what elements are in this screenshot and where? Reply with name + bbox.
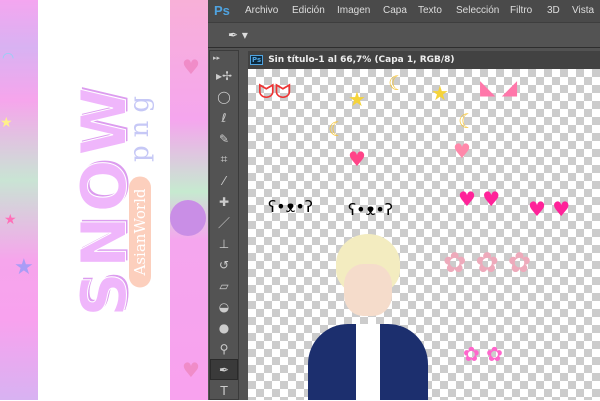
ps-document-icon: Ps: [250, 55, 264, 65]
right-decorative-strip: ♥ ♥: [170, 0, 208, 400]
menu-3d[interactable]: 3D: [547, 5, 560, 16]
brush-tool-icon[interactable]: ／: [210, 212, 238, 233]
pen-tool-icon[interactable]: ✒: [210, 359, 238, 380]
tools-panel: ▸▸ ▸✢ ◯ ℓ ✎ ⌗ ⁄ ✚ ／ ⊥ ↺ ▱ ◒ ● ⚲ ✒ T: [209, 50, 239, 400]
menu-vista[interactable]: Vista: [572, 5, 594, 16]
menu-edicion[interactable]: Edición: [292, 5, 325, 16]
star-icon: ★: [14, 255, 34, 280]
person-photo: [308, 234, 428, 400]
planet-icon: [170, 200, 206, 236]
moon-sticker: ☾: [328, 117, 346, 141]
healing-tool-icon[interactable]: ✚: [210, 191, 238, 212]
photoshop-logo: Ps: [214, 3, 230, 18]
heart-icon: ♥: [182, 55, 200, 79]
moon-sticker: ☾: [458, 109, 476, 133]
pen-tool-preset-icon[interactable]: ✒ ▾: [228, 28, 248, 42]
bear-sticker: ʕ•ᴥ•ʔ: [348, 200, 393, 219]
document-tab[interactable]: Ps Sin título-1 al 66,7% (Capa 1, RGB/8): [248, 51, 600, 69]
photoshop-window: Ps Archivo Edición Imagen Capa Texto Sel…: [208, 0, 600, 400]
history-brush-tool-icon[interactable]: ↺: [210, 254, 238, 275]
rainbow-icon: ◠: [2, 50, 15, 66]
lasso-tool-icon[interactable]: ℓ: [210, 107, 238, 128]
brand-pill: AsianWorld: [129, 176, 151, 288]
blur-tool-icon[interactable]: ●: [210, 317, 238, 338]
dodge-tool-icon[interactable]: ⚲: [210, 338, 238, 359]
bear-sticker: ʕ•ᴥ•ʔ: [268, 197, 313, 216]
flower-sticker: ✿ ✿: [463, 342, 503, 366]
eyedropper-tool-icon[interactable]: ⁄: [210, 170, 238, 191]
stamp-tool-icon[interactable]: ⊥: [210, 233, 238, 254]
options-bar: ✒ ▾: [208, 22, 600, 48]
star-sticker: ★: [348, 87, 366, 111]
heart-icon: ♥: [182, 358, 200, 382]
star-icon: ★: [0, 115, 13, 131]
menu-texto[interactable]: Texto: [418, 5, 442, 16]
left-decorative-strip: ◠ ★ ★ ★: [0, 0, 38, 400]
eraser-tool-icon[interactable]: ▱: [210, 275, 238, 296]
document-canvas[interactable]: ᗢᗢ ★ ☾ ★ ☾ ☾ ◣ ◢ ♥ ♥ ʕ•ᴥ•ʔ ʕ•ᴥ•ʔ ♥ ♥ ♥ ♥…: [248, 69, 600, 400]
hearts-sticker: ♥ ♥: [528, 197, 571, 221]
moon-sticker: ☾: [388, 71, 406, 95]
cat-ears-sticker: ◣ ◢: [480, 75, 518, 99]
crop-tool-icon[interactable]: ⌗: [210, 149, 238, 170]
collapse-icon[interactable]: ▸▸: [210, 51, 238, 65]
menu-capa[interactable]: Capa: [383, 5, 407, 16]
winged-heart-sticker: ♥: [453, 139, 471, 163]
banner-subtitle: png: [125, 87, 155, 163]
quick-select-tool-icon[interactable]: ✎: [210, 128, 238, 149]
star-icon: ★: [4, 212, 17, 228]
flower-sticker: ✿ ✿ ✿: [443, 246, 532, 279]
bunny-ears-sticker: ᗢᗢ: [258, 79, 292, 103]
paint-bucket-tool-icon[interactable]: ◒: [210, 296, 238, 317]
winged-heart-sticker: ♥: [348, 147, 366, 171]
hearts-sticker: ♥ ♥: [458, 187, 501, 211]
star-sticker: ★: [431, 81, 449, 105]
menu-archivo[interactable]: Archivo: [245, 5, 278, 16]
menu-filtro[interactable]: Filtro: [510, 5, 532, 16]
move-tool-icon[interactable]: ▸✢: [210, 65, 238, 86]
marquee-tool-icon[interactable]: ◯: [210, 86, 238, 107]
menu-seleccion[interactable]: Selección: [456, 5, 499, 16]
menu-imagen[interactable]: Imagen: [337, 5, 370, 16]
document-title: Sin título-1 al 66,7% (Capa 1, RGB/8): [268, 55, 455, 65]
type-tool-icon[interactable]: T: [210, 380, 238, 401]
menu-bar: Ps Archivo Edición Imagen Capa Texto Sel…: [208, 0, 600, 22]
